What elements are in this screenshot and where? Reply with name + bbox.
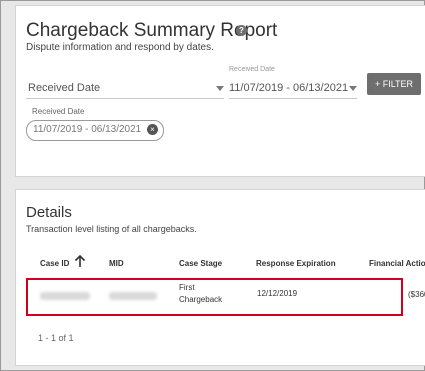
- details-card: Details Transaction level listing of all…: [15, 189, 425, 366]
- close-icon[interactable]: ×: [147, 124, 158, 135]
- filter-button[interactable]: + FILTER: [367, 73, 421, 95]
- date-type-value: Received Date: [28, 82, 101, 94]
- column-header-case-stage[interactable]: Case Stage: [179, 259, 222, 268]
- column-header-case-id[interactable]: Case ID: [40, 259, 69, 268]
- screen-frame: Chargeback Summary Report ? Dispute info…: [0, 0, 425, 371]
- date-range-value: 11/07/2019 - 06/13/2021: [229, 82, 349, 94]
- table-row[interactable]: First Chargeback 12/12/2019: [26, 278, 403, 316]
- financial-action-value: ($360: [408, 290, 425, 299]
- page-subtitle: Dispute information and respond by dates…: [26, 42, 214, 53]
- column-header-response-expiration[interactable]: Response Expiration: [256, 259, 336, 268]
- date-range-label: Received Date: [229, 66, 275, 73]
- active-filter-label: Received Date: [32, 107, 85, 116]
- pagination-summary: 1 - 1 of 1: [38, 333, 74, 343]
- active-filter-chip[interactable]: 11/07/2019 - 06/13/2021 ×: [26, 120, 164, 141]
- sort-ascending-icon[interactable]: [74, 254, 86, 268]
- details-subtitle: Transaction level listing of all chargeb…: [26, 224, 197, 234]
- column-header-financial-action[interactable]: Financial Action: [369, 259, 425, 268]
- details-title: Details: [26, 204, 72, 221]
- case-id-redacted: [40, 292, 90, 300]
- response-expiration-value: 12/12/2019: [257, 289, 298, 298]
- help-icon[interactable]: ?: [236, 25, 247, 36]
- column-header-mid[interactable]: MID: [109, 259, 124, 268]
- report-header-card: Chargeback Summary Report ? Dispute info…: [15, 5, 425, 177]
- case-stage-line1: First: [179, 283, 195, 292]
- chevron-down-icon: [216, 86, 224, 91]
- date-range-select[interactable]: 11/07/2019 - 06/13/2021: [229, 76, 357, 99]
- case-stage-line2: Chargeback: [179, 295, 223, 304]
- date-type-select[interactable]: Received Date: [26, 76, 224, 99]
- active-filter-value: 11/07/2019 - 06/13/2021: [33, 124, 142, 135]
- chevron-down-icon: [349, 86, 357, 91]
- mid-redacted: [109, 292, 157, 300]
